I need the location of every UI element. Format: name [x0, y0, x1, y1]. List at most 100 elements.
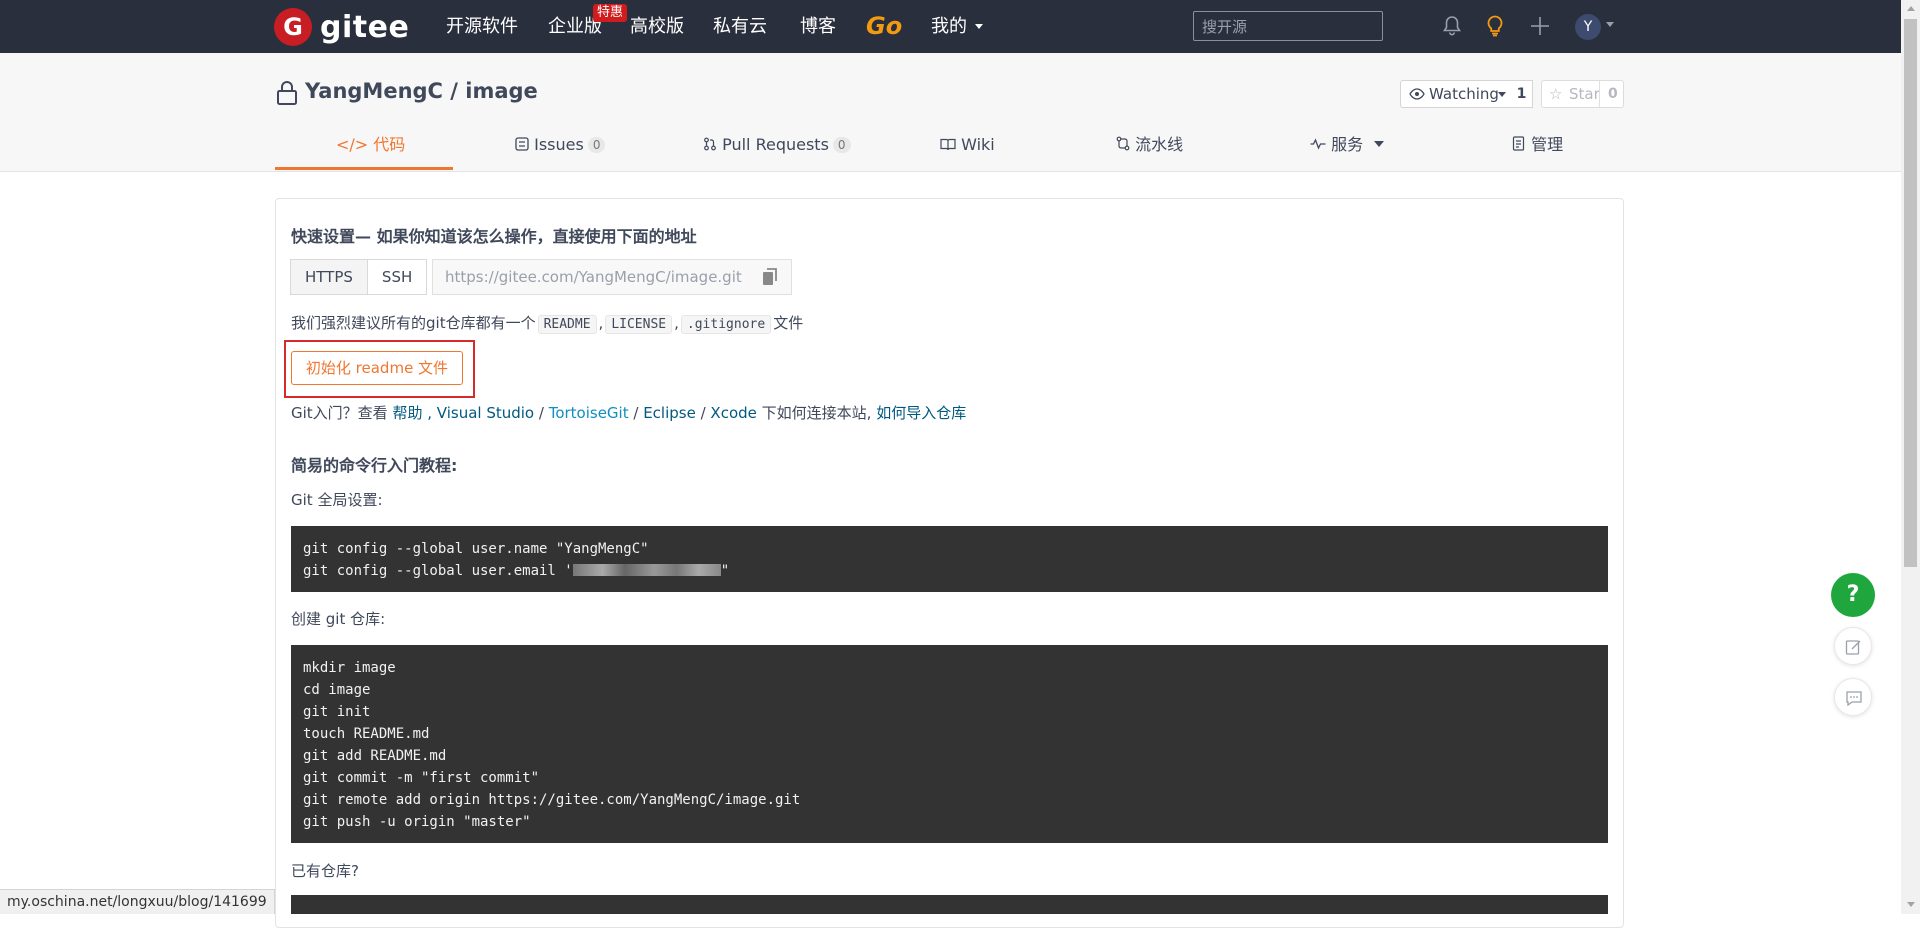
help-separator: , — [422, 404, 437, 422]
import-repo-link[interactable]: 如何导入仓库 — [876, 404, 966, 422]
help-line: Git入门？查看 帮助 , Visual Studio / TortoiseGi… — [291, 402, 966, 423]
feedback-float-button[interactable] — [1834, 627, 1872, 665]
code-line: touch README.md — [303, 726, 430, 742]
code-line: git remote add origin https://gitee.com/… — [303, 792, 801, 808]
active-tab-indicator — [275, 167, 453, 170]
code-icon: </> — [336, 135, 369, 154]
chevron-down-icon[interactable] — [1606, 22, 1614, 27]
nav-university[interactable]: 高校版 — [630, 14, 684, 40]
global-settings-code: git config --global user.name "YangMengC… — [291, 526, 1608, 592]
plus-icon[interactable] — [1528, 14, 1552, 38]
tutorial-title: 简易的命令行入门教程: — [291, 456, 458, 475]
tab-services-label: 服务 — [1331, 135, 1364, 154]
book-icon — [940, 138, 956, 151]
code-line: git commit -m "first commit" — [303, 770, 540, 786]
nav-mine[interactable]: 我的 — [931, 14, 983, 40]
eclipse-link[interactable]: Eclipse — [643, 404, 696, 422]
nav-private-cloud[interactable]: 私有云 — [713, 14, 767, 40]
star-icon: ☆ — [1549, 85, 1563, 103]
license-chip: LICENSE — [605, 315, 673, 334]
slash-separator: / — [534, 404, 549, 422]
create-repo-code: mkdir image cd image git init touch READ… — [291, 645, 1608, 843]
vertical-scrollbar[interactable] — [1901, 0, 1920, 914]
global-settings-label: Git 全局设置: — [291, 491, 383, 509]
gitignore-chip: .gitignore — [680, 315, 772, 334]
tab-manage[interactable]: 管理 — [1512, 134, 1563, 156]
gitee-logo-text: gitee — [320, 9, 410, 45]
search-input[interactable]: 搜开源 — [1193, 11, 1383, 41]
nav-go[interactable]: Go — [866, 12, 902, 40]
code-line: mkdir image — [303, 660, 396, 676]
chevron-down-icon — [1374, 141, 1385, 147]
star-count: 0 — [1608, 86, 1618, 102]
connect-text: 下如何连接本站, — [756, 404, 877, 422]
recommend-separator: , — [598, 314, 604, 332]
lightbulb-icon[interactable] — [1483, 14, 1507, 38]
lock-icon — [277, 81, 297, 105]
recommend-suffix: 文件 — [773, 314, 804, 332]
star-button[interactable]: ☆ Star 0 — [1541, 80, 1624, 108]
bell-icon[interactable] — [1440, 14, 1464, 38]
tab-services[interactable]: 服务 — [1310, 134, 1385, 156]
tab-wiki[interactable]: Wiki — [940, 134, 995, 156]
init-readme-button[interactable]: 初始化 readme 文件 — [291, 351, 463, 385]
user-avatar[interactable]: Y — [1575, 14, 1601, 40]
pipeline-icon — [1116, 136, 1130, 151]
create-repo-label: 创建 git 仓库: — [291, 610, 386, 628]
protocol-switch: HTTPS SSH — [290, 259, 428, 295]
nav-blog[interactable]: 博客 — [800, 14, 836, 40]
watch-label: Watching — [1429, 85, 1499, 103]
scroll-thumb[interactable] — [1904, 19, 1917, 567]
issues-icon — [515, 137, 529, 151]
slash-separator: / — [695, 404, 711, 422]
help-link[interactable]: 帮助 — [392, 404, 422, 422]
chat-float-button[interactable] — [1834, 678, 1872, 716]
recommend-text: 我们强烈建议所有的git仓库都有一个 README, LICENSE, .gitign… — [291, 312, 803, 334]
tab-issues-label: Issues — [534, 135, 584, 154]
scroll-down-arrow-icon[interactable] — [1907, 902, 1915, 907]
https-button[interactable]: HTTPS — [290, 259, 368, 295]
tab-issues-count: 0 — [587, 137, 606, 153]
clone-url-input[interactable]: https://gitee.com/YangMengC/image.git — [432, 259, 792, 295]
watch-count[interactable]: 1 — [1511, 80, 1533, 108]
chat-icon — [1846, 691, 1862, 707]
recommend-separator: , — [674, 314, 679, 332]
chevron-down-icon — [1498, 92, 1506, 97]
readme-chip: README — [537, 315, 597, 334]
code-line-prefix: git config --global user.email ' — [303, 563, 573, 579]
gitee-logo-mark: G — [274, 8, 312, 46]
nav-mine-label: 我的 — [931, 16, 967, 37]
existing-repo-code — [291, 895, 1608, 914]
code-line-suffix: " — [720, 563, 730, 579]
slash-separator: / — [628, 404, 644, 422]
tab-pull-requests[interactable]: Pull Requests 0 — [703, 134, 851, 156]
copy-icon[interactable] — [762, 268, 778, 286]
edit-icon — [1845, 640, 1861, 655]
nav-open-source[interactable]: 开源软件 — [446, 14, 518, 40]
top-navbar: G gitee 开源软件 企业版 特惠 高校版 私有云 博客 Go 我的 搜开源… — [0, 0, 1901, 53]
repo-title[interactable]: YangMengC / image — [305, 79, 538, 103]
pulse-icon — [1310, 138, 1326, 150]
recommend-prefix: 我们强烈建议所有的git仓库都有一个 — [291, 314, 536, 332]
tab-wiki-label: Wiki — [961, 135, 995, 154]
tab-pipeline-label: 流水线 — [1135, 135, 1184, 154]
gitee-logo[interactable]: G gitee — [274, 8, 409, 46]
code-line: git config --global user.email ' " — [303, 560, 1596, 582]
code-line: cd image — [303, 682, 371, 698]
existing-repo-label: 已有仓库? — [291, 862, 359, 880]
tortoisegit-link[interactable]: TortoiseGit — [549, 404, 629, 422]
tab-code[interactable]: </> 代码 — [336, 134, 405, 156]
tab-pipeline[interactable]: 流水线 — [1116, 134, 1183, 156]
eye-icon — [1409, 88, 1425, 100]
help-float-button[interactable]: ? — [1831, 573, 1875, 617]
scroll-up-arrow-icon[interactable] — [1907, 6, 1915, 11]
visual-studio-link[interactable]: Visual Studio — [437, 404, 534, 422]
code-line: git add README.md — [303, 748, 447, 764]
code-line: git init — [303, 704, 371, 720]
star-label: Star — [1569, 85, 1600, 103]
quick-setup-title: 快速设置— 如果你知道该怎么操作，直接使用下面的地址 — [291, 227, 697, 246]
tab-manage-label: 管理 — [1531, 135, 1564, 154]
ssh-button[interactable]: SSH — [367, 259, 428, 295]
tab-issues[interactable]: Issues 0 — [515, 134, 606, 156]
xcode-link[interactable]: Xcode — [710, 404, 756, 422]
